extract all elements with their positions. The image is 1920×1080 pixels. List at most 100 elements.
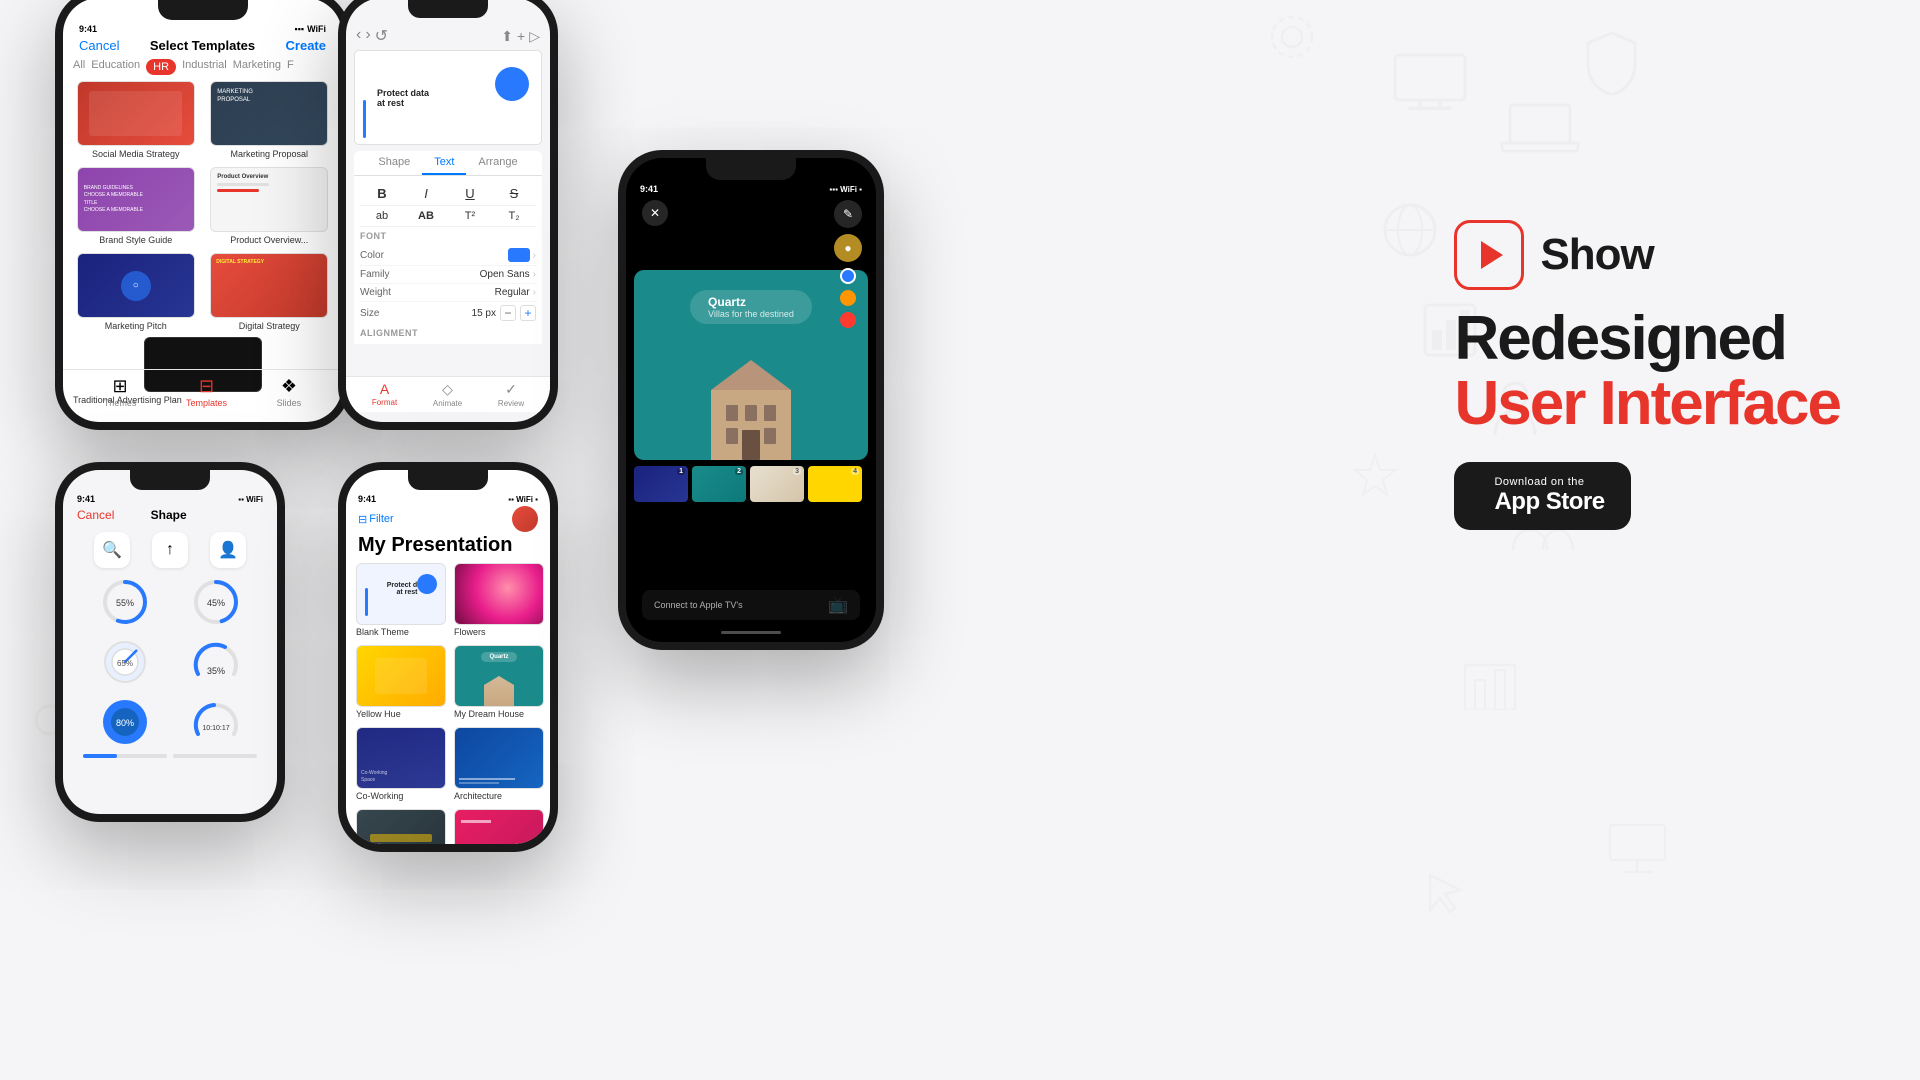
footer-templates[interactable]: ⊟ Templates [186, 376, 227, 408]
phone1-cancel-button[interactable]: Cancel [79, 38, 119, 53]
pres-item-plank[interactable]: plank Theme [356, 809, 446, 844]
slide-thumb-1[interactable]: 1 [634, 466, 688, 502]
filter-label: Filter [369, 513, 393, 525]
lowercase-button[interactable]: ab [370, 210, 394, 222]
app-store-button[interactable]: Download on the App Store [1454, 462, 1630, 530]
filter-icon: ⊟ [358, 513, 367, 526]
pres-thumb-cowork: Co-WorkingSpace [356, 727, 446, 789]
phone3-screen: 9:41 ▪▪ WiFi Cancel Shape 🔍 ↑ 👤 55% [63, 470, 277, 814]
tab-all[interactable]: All [73, 59, 85, 75]
subscript-button[interactable]: T₂ [502, 210, 526, 222]
superscript-button[interactable]: T² [458, 210, 482, 222]
pres-item-cowork[interactable]: Co-WorkingSpace Co-Working [356, 727, 446, 801]
pres-tool-pencil[interactable]: ✎ [834, 200, 862, 228]
color-btn-red[interactable] [840, 312, 856, 328]
format-icon: A [380, 381, 389, 397]
format-row-1: B I U S [360, 182, 536, 206]
pres-thumb-plank [356, 809, 446, 844]
pres-item-arch[interactable]: Architecture [454, 727, 544, 801]
tool-search[interactable]: 🔍 [94, 532, 130, 568]
connect-bar[interactable]: Connect to Apple TV's 📺 [642, 590, 860, 620]
italic-button[interactable]: I [414, 186, 438, 201]
gauge-svg-3: 65% [99, 636, 151, 688]
app-store-text-block: Download on the App Store [1494, 476, 1604, 516]
template-thumb-pitch: ○ [77, 253, 195, 318]
slide-circle [495, 67, 529, 101]
font-weight-row[interactable]: Weight Regular › [360, 284, 536, 302]
share-icon[interactable]: ⬆ [501, 28, 513, 45]
tool-upload[interactable]: ↑ [152, 532, 188, 568]
pres-label-yellow: Yellow Hue [356, 709, 446, 719]
footer-themes[interactable]: ⊞ Themes [104, 376, 137, 408]
presentation-title: My Presentation [346, 534, 550, 563]
review-icon: ✓ [505, 381, 517, 398]
quartz-badge: Quartz Villas for the destined [690, 290, 812, 324]
color-btn-orange[interactable] [840, 290, 856, 306]
tab-education[interactable]: Education [91, 59, 140, 75]
tool-person[interactable]: 👤 [210, 532, 246, 568]
slide-thumb-2[interactable]: 2 [692, 466, 746, 502]
footer-slides[interactable]: ❖ Slides [277, 376, 302, 408]
show-word: Show [1540, 230, 1653, 280]
template-item-marketing-prop[interactable]: MARKETINGPROPOSAL Marketing Proposal [207, 81, 333, 159]
tab-text[interactable]: Text [422, 151, 466, 175]
phone1-template-grid: Social Media Strategy MARKETINGPROPOSAL … [63, 81, 342, 331]
footer-review[interactable]: ✓ Review [498, 381, 524, 408]
footer-format[interactable]: A Format [372, 381, 397, 408]
template-item-social[interactable]: Social Media Strategy [73, 81, 199, 159]
template-item-brand[interactable]: BRAND GUIDELINESCHOOSE A MEMORABLETITLEC… [73, 167, 199, 245]
animate-icon: ◇ [442, 381, 453, 398]
arch-line1 [459, 778, 515, 780]
uppercase-button[interactable]: AB [414, 210, 438, 222]
back-icon[interactable]: ‹ [356, 26, 361, 46]
play-icon[interactable]: ▷ [529, 28, 540, 45]
pres-item-extra[interactable] [454, 809, 544, 844]
font-family-row[interactable]: Family Open Sans › [360, 266, 536, 284]
phone3-notch [130, 470, 210, 490]
tab-industrial[interactable]: Industrial [182, 59, 227, 75]
bold-button[interactable]: B [370, 186, 394, 201]
tab-hr[interactable]: HR [146, 59, 176, 75]
font-section: FONT Color › Family Open Sans › [360, 227, 536, 324]
add-icon[interactable]: + [517, 28, 525, 45]
filter-button[interactable]: ⊟ Filter [358, 513, 394, 526]
presentation-close-button[interactable]: ✕ [642, 200, 668, 226]
slide-text-line2: at rest [377, 98, 429, 108]
color-btn-blue[interactable] [840, 268, 856, 284]
phone1-create-button[interactable]: Create [286, 38, 326, 53]
font-size-row[interactable]: Size 15 px − + [360, 302, 536, 324]
phone3-cancel[interactable]: Cancel [77, 508, 114, 522]
pres-item-flowers[interactable]: Flowers [454, 563, 544, 637]
font-color-row[interactable]: Color › [360, 245, 536, 266]
size-plus-button[interactable]: + [520, 305, 536, 321]
strikethrough-button[interactable]: S [502, 186, 526, 201]
cowork-text: Co-WorkingSpace [361, 770, 387, 784]
font-size-label: Size [360, 308, 379, 319]
forward-icon[interactable]: › [365, 26, 370, 46]
slider-track-2[interactable] [173, 754, 257, 758]
tab-shape[interactable]: Shape [366, 151, 422, 175]
show-badge: Show [1454, 220, 1653, 290]
tab-arrange[interactable]: Arrange [466, 151, 529, 175]
user-avatar[interactable] [512, 506, 538, 532]
template-item-pitch[interactable]: ○ Marketing Pitch [73, 253, 199, 331]
underline-button[interactable]: U [458, 186, 482, 201]
phone2-slide-preview: Protect data at rest [354, 50, 542, 145]
pres-item-house[interactable]: Quartz My Dream House [454, 645, 544, 719]
size-minus-button[interactable]: − [500, 305, 516, 321]
slider-track-1[interactable] [83, 754, 167, 758]
pres-item-yellow[interactable]: Yellow Hue [356, 645, 446, 719]
template-item-digital[interactable]: DIGITAL STRATEGY Digital Strategy [207, 253, 333, 331]
template-item-product[interactable]: Product Overview Product Overview... [207, 167, 333, 245]
pres-item-blank[interactable]: Protect dataat rest Blank Theme [356, 563, 446, 637]
phone1-header: Cancel Select Templates Create [63, 34, 342, 59]
footer-animate[interactable]: ◇ Animate [433, 381, 462, 408]
slide-thumb-3[interactable]: 3 [750, 466, 804, 502]
show-icon-box [1454, 220, 1524, 290]
tab-marketing[interactable]: Marketing [233, 59, 281, 75]
slide-thumb-4[interactable]: 4 [808, 466, 862, 502]
font-weight-label: Weight [360, 287, 391, 298]
refresh-icon[interactable]: ↺ [375, 26, 388, 46]
pres-tool-marker[interactable]: ● [834, 234, 862, 262]
phone4-header: ⊟ Filter [346, 504, 550, 534]
